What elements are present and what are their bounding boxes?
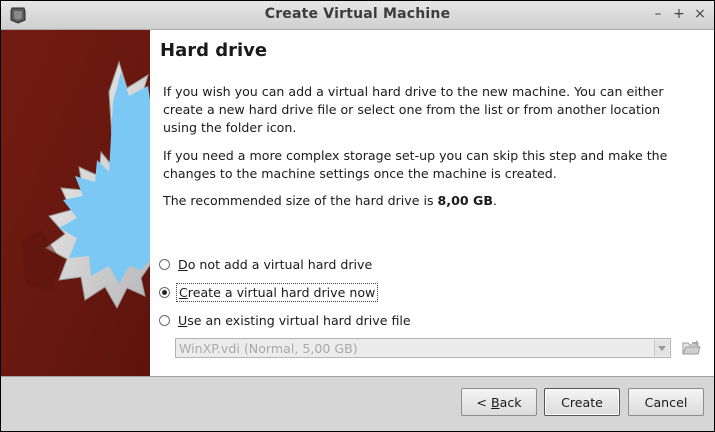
maximize-icon[interactable]: + [670, 5, 688, 23]
radio-create-hard-drive[interactable]: Create a virtual hard drive now [159, 282, 379, 302]
existing-disk-value: WinXP.vdi (Normal, 5,00 GB) [179, 341, 358, 356]
minimize-icon[interactable]: – [649, 5, 667, 23]
recommended-size-value: 8,00 GB [437, 193, 493, 208]
page-title: Hard drive [160, 40, 268, 61]
cancel-button[interactable]: Cancel [628, 388, 704, 416]
wizard-page: Hard drive If you wish you can add a vir… [150, 30, 714, 376]
close-icon[interactable]: × [691, 5, 709, 23]
existing-disk-select[interactable]: WinXP.vdi (Normal, 5,00 GB) [175, 338, 671, 358]
title-bar[interactable]: Create Virtual Machine – + × [1, 1, 714, 30]
radio-circle[interactable] [159, 314, 170, 326]
back-button[interactable]: < Back [461, 388, 537, 416]
recommended-size-prefix: The recommended size of the hard drive i… [163, 193, 438, 208]
storage-paragraph: If you need a more complex storage set-u… [163, 148, 668, 181]
button-bar: < Back Create Cancel [1, 376, 714, 431]
create-vm-dialog: Create Virtual Machine – + × Hard drive … [0, 0, 715, 432]
wizard-banner-image [1, 30, 150, 376]
recommended-size-suffix: . [492, 193, 497, 208]
recommended-size-text: The recommended size of the hard drive i… [163, 192, 683, 210]
radio-no-hard-drive[interactable]: Do not add a virtual hard drive [159, 254, 374, 274]
radio-circle[interactable] [159, 258, 170, 270]
chevron-down-icon[interactable] [654, 340, 669, 356]
radio-use-existing-hard-drive[interactable]: Use an existing virtual hard drive file [159, 310, 413, 330]
intro-paragraph: If you wish you can add a virtual hard d… [163, 84, 664, 135]
radio-label: Do not add a virtual hard drive [178, 256, 373, 272]
folder-open-icon[interactable] [681, 339, 701, 357]
window-title: Create Virtual Machine [264, 6, 451, 22]
radio-label: Use an existing virtual hard drive file [178, 312, 411, 328]
wizard-content: Hard drive If you wish you can add a vir… [1, 30, 714, 376]
radio-circle[interactable] [159, 286, 170, 298]
radio-label: Create a virtual hard drive now [176, 282, 379, 302]
create-button[interactable]: Create [544, 388, 620, 416]
